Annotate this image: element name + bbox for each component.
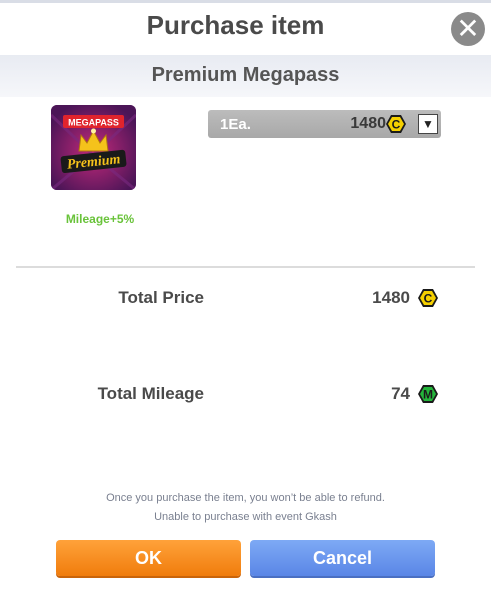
item-image: MEGAPASS Premium [51, 105, 136, 190]
unit-price: 1480 [350, 115, 386, 132]
chevron-down-icon[interactable]: ▼ [418, 114, 438, 134]
close-button[interactable]: ✕ [451, 12, 485, 46]
top-edge [0, 0, 491, 3]
megapass-premium-logo: MEGAPASS Premium [51, 105, 136, 190]
gcash-coin-icon: C [386, 115, 406, 133]
total-price-value: 1480 [372, 288, 410, 307]
coin-glyph: C [424, 292, 433, 306]
refund-notice: Once you purchase the item, you won’t be… [106, 492, 385, 504]
quantity-selected: 1Ea. [220, 116, 251, 133]
quantity-select[interactable]: 1Ea. 1480 C [208, 110, 441, 138]
cancel-button[interactable]: Cancel [250, 540, 435, 576]
mileage-bonus-label: Mileage+5% [65, 212, 135, 226]
coin-glyph: C [392, 118, 401, 132]
divider [16, 266, 475, 268]
ok-button[interactable]: OK [56, 540, 241, 576]
mileage-icon: M [418, 385, 438, 403]
total-mileage-label: Total Mileage [97, 384, 204, 403]
logo-text-megapass: MEGAPASS [68, 118, 119, 128]
gkash-notice: Unable to purchase with event Gkash [154, 511, 337, 523]
item-name: Premium Megapass [151, 64, 340, 86]
mileage-glyph: M [423, 388, 433, 402]
total-price-label: Total Price [118, 288, 204, 307]
total-mileage-value: 74 [391, 384, 410, 403]
gcash-coin-icon: C [418, 289, 438, 307]
dialog-title: Purchase item [146, 10, 325, 40]
close-icon: ✕ [456, 13, 480, 44]
